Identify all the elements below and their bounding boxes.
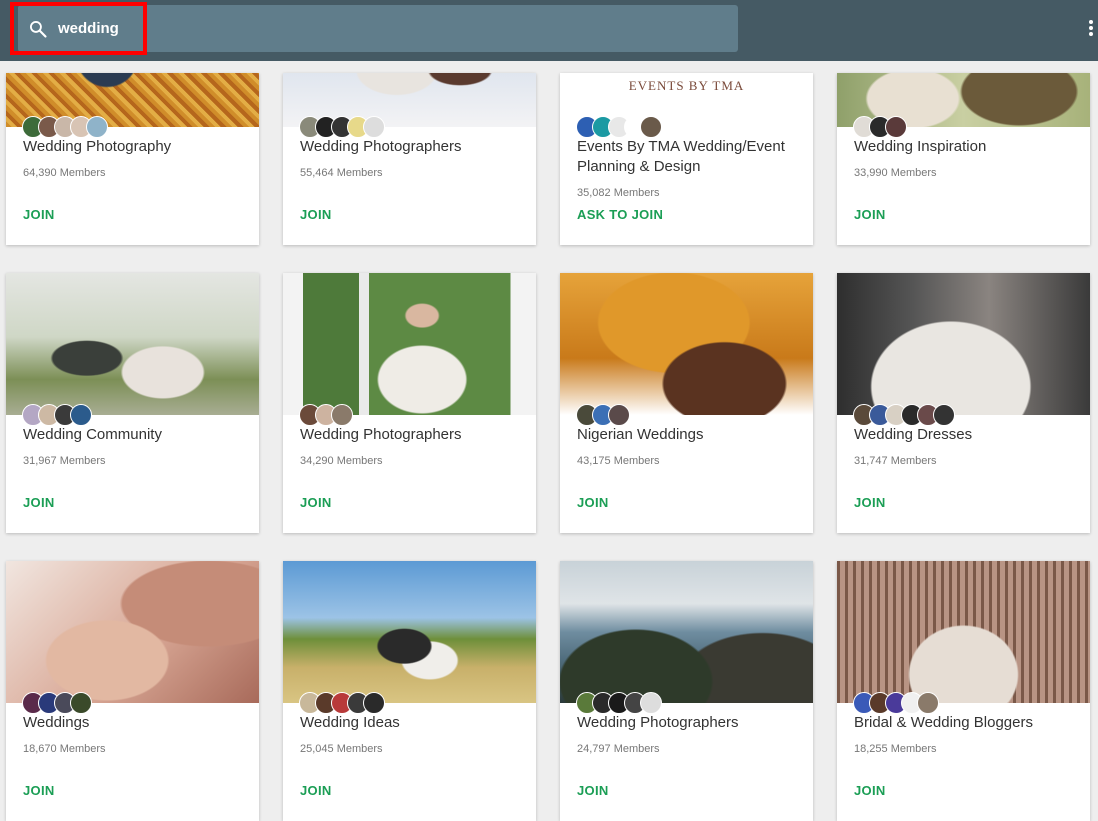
group-cover-image — [283, 273, 536, 415]
group-cover-image — [6, 561, 259, 703]
group-cover-image — [837, 273, 1090, 415]
search-highlight-box — [10, 2, 147, 55]
group-title[interactable]: Wedding Ideas — [300, 713, 525, 733]
group-card[interactable]: Wedding Photographers 24,797 Members JOI… — [560, 561, 813, 821]
group-card[interactable]: Wedding Inspiration 33,990 Members JOIN — [837, 73, 1090, 245]
group-card[interactable]: Wedding Photographers 34,290 Members JOI… — [283, 273, 536, 533]
join-button[interactable]: JOIN — [577, 495, 609, 510]
join-button[interactable]: JOIN — [854, 783, 886, 798]
join-button[interactable]: ASK TO JOIN — [577, 207, 663, 222]
group-card[interactable]: Wedding Dresses 31,747 Members JOIN — [837, 273, 1090, 533]
group-logo-text: EVENTS BY TMA — [628, 78, 745, 93]
member-count: 31,747 Members — [854, 455, 937, 467]
group-title[interactable]: Events By TMA Wedding/Event Planning & D… — [577, 137, 802, 177]
group-card[interactable]: Bridal & Wedding Bloggers 18,255 Members… — [837, 561, 1090, 821]
group-card[interactable]: Nigerian Weddings 43,175 Members JOIN — [560, 273, 813, 533]
group-title[interactable]: Wedding Dresses — [854, 425, 1079, 445]
join-button[interactable]: JOIN — [300, 783, 332, 798]
more-vertical-icon[interactable] — [1089, 20, 1095, 40]
group-title[interactable]: Wedding Photographers — [577, 713, 802, 733]
top-bar: wedding — [0, 0, 1098, 61]
group-title[interactable]: Wedding Photography — [23, 137, 248, 157]
group-title[interactable]: Wedding Community — [23, 425, 248, 445]
member-count: 25,045 Members — [300, 743, 383, 755]
group-cover-image — [837, 561, 1090, 703]
member-count: 55,464 Members — [300, 167, 383, 179]
group-title[interactable]: Wedding Photographers — [300, 425, 525, 445]
group-title[interactable]: Wedding Inspiration — [854, 137, 1079, 157]
member-count: 18,255 Members — [854, 743, 937, 755]
join-button[interactable]: JOIN — [854, 495, 886, 510]
member-count: 33,990 Members — [854, 167, 937, 179]
join-button[interactable]: JOIN — [300, 207, 332, 222]
join-button[interactable]: JOIN — [23, 495, 55, 510]
group-card[interactable]: Weddings 18,670 Members JOIN — [6, 561, 259, 821]
member-count: 18,670 Members — [23, 743, 106, 755]
group-title[interactable]: Bridal & Wedding Bloggers — [854, 713, 1079, 733]
group-card[interactable]: Wedding Ideas 25,045 Members JOIN — [283, 561, 536, 821]
group-cover-image — [560, 273, 813, 415]
group-title[interactable]: Weddings — [23, 713, 248, 733]
group-cover-image — [6, 273, 259, 415]
join-button[interactable]: JOIN — [300, 495, 332, 510]
member-count: 31,967 Members — [23, 455, 106, 467]
join-button[interactable]: JOIN — [23, 207, 55, 222]
member-count: 24,797 Members — [577, 743, 660, 755]
group-title[interactable]: Nigerian Weddings — [577, 425, 802, 445]
join-button[interactable]: JOIN — [23, 783, 55, 798]
group-card[interactable]: Wedding Photography 64,390 Members JOIN — [6, 73, 259, 245]
member-count: 34,290 Members — [300, 455, 383, 467]
member-count: 64,390 Members — [23, 167, 106, 179]
group-cover-image — [560, 561, 813, 703]
group-card[interactable]: Wedding Community 31,967 Members JOIN — [6, 273, 259, 533]
member-count: 35,082 Members — [577, 187, 660, 199]
group-card[interactable]: Wedding Photographers 55,464 Members JOI… — [283, 73, 536, 245]
member-count: 43,175 Members — [577, 455, 660, 467]
group-card[interactable]: EVENTS BY TMA Events By TMA Wedding/Even… — [560, 73, 813, 245]
group-cover-image — [283, 561, 536, 703]
join-button[interactable]: JOIN — [854, 207, 886, 222]
group-title[interactable]: Wedding Photographers — [300, 137, 525, 157]
join-button[interactable]: JOIN — [577, 783, 609, 798]
